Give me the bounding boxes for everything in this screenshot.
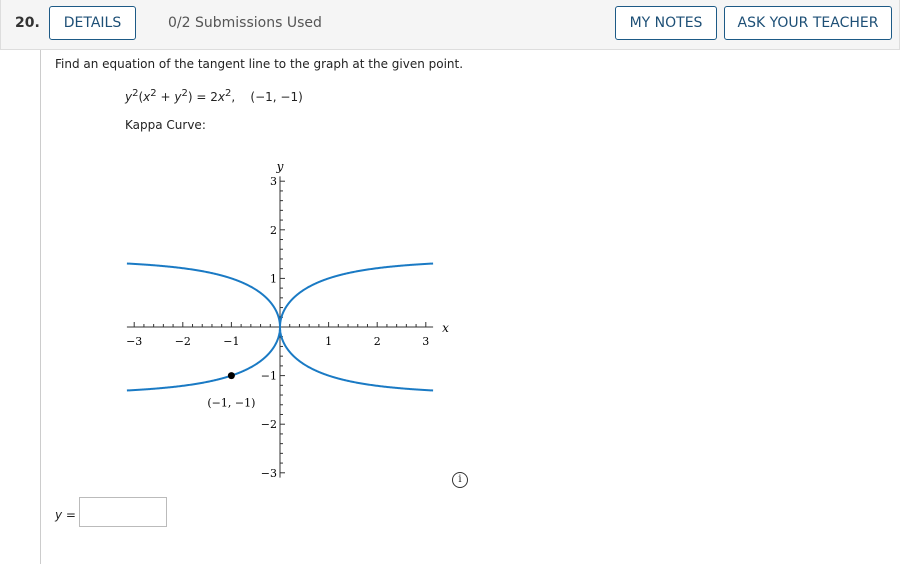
x-tick-label: −1 [223, 335, 239, 348]
x-tick-label: −3 [126, 335, 142, 348]
x-tick-label: −2 [175, 335, 191, 348]
answer-label: y = [55, 508, 76, 522]
curve-branch [126, 262, 281, 327]
marked-point [227, 372, 235, 380]
x-tick-label: 1 [325, 335, 332, 348]
x-tick-label: 3 [422, 335, 429, 348]
curve-branch [279, 327, 434, 392]
marked-point-label: (−1, −1) [207, 397, 255, 410]
x-tick-label: 2 [374, 335, 381, 348]
y-tick-label: 3 [270, 175, 277, 188]
y-tick-label: −2 [261, 418, 277, 431]
info-circle-icon[interactable]: i [452, 472, 468, 488]
curve-branch [279, 262, 434, 327]
x-axis-label: x [442, 321, 449, 335]
curve-branch [126, 327, 281, 392]
y-tick-label: −1 [261, 370, 277, 383]
y-tick-label: 2 [270, 224, 277, 237]
y-axis-label: y [276, 159, 284, 173]
y-tick-label: 1 [270, 272, 277, 285]
answer-input[interactable] [79, 497, 167, 527]
y-tick-label: −3 [261, 467, 277, 480]
kappa-curve-graph: −3 −2 −1 1 2 3 3 2 1 −1 −2 −3 x y (−1, −1) [126, 159, 449, 480]
